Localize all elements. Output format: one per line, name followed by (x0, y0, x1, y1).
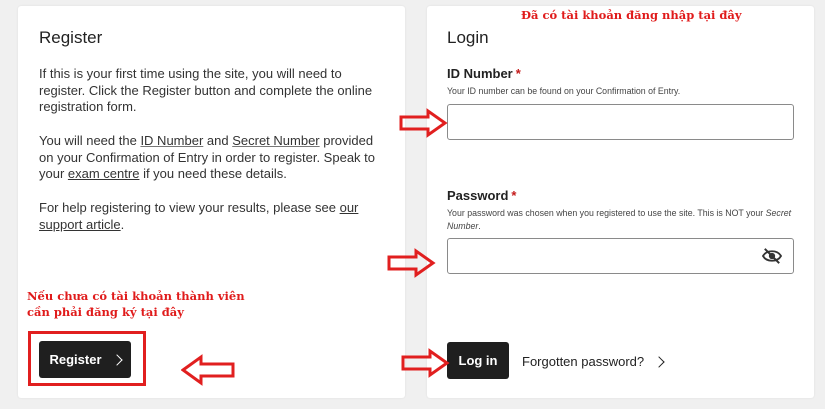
text-span: For help registering to view your result… (39, 200, 340, 215)
chevron-right-icon (110, 353, 123, 366)
text-span: Your password was chosen when you regist… (447, 208, 766, 218)
red-arrow-right-icon (386, 248, 436, 278)
red-arrow-left-icon (181, 354, 236, 386)
eye-slash-icon[interactable] (761, 247, 783, 265)
red-arrow-right-icon (400, 348, 450, 378)
required-marker: * (515, 66, 521, 81)
text-span: and (203, 133, 233, 148)
id-number-hint: Your ID number can be found on your Conf… (447, 86, 681, 96)
password-hint: Your password was chosen when you regist… (447, 207, 802, 233)
login-button-label: Log in (458, 353, 498, 368)
register-intro-text: If this is your first time using the sit… (39, 66, 373, 114)
text-span: if you need these details. (139, 166, 287, 181)
text-span: . (478, 221, 481, 231)
forgotten-password-label: Forgotten password? (522, 354, 645, 369)
text-span: You will need the (39, 133, 141, 148)
register-requirements-text: You will need the ID Number and Secret N… (39, 133, 391, 183)
text-span: . (120, 216, 125, 232)
register-card: Register If this is your first time usin… (18, 6, 405, 398)
login-annotation: Đã có tài khoản đăng nhập tại đây (521, 8, 742, 22)
id-number-label: ID Number * (447, 66, 521, 81)
login-title: Login (447, 28, 489, 47)
register-help-text: For help registering to view your result… (39, 200, 391, 233)
password-input[interactable] (447, 238, 794, 274)
label-text: ID Number (447, 66, 513, 81)
chevron-right-icon (653, 355, 665, 368)
required-marker: * (511, 188, 517, 203)
secret-number-term: Secret Number (232, 133, 320, 148)
forgotten-password-link[interactable]: Forgotten password? (522, 354, 665, 369)
id-number-input[interactable] (447, 104, 794, 140)
register-title: Register (39, 28, 103, 47)
register-button[interactable]: Register (39, 341, 131, 378)
id-number-term: ID Number (140, 133, 204, 148)
register-annotation: Nếu chưa có tài khoản thành viên cần phả… (27, 289, 245, 319)
login-button[interactable]: Log in (447, 342, 509, 379)
exam-centre-link[interactable]: exam centre (68, 166, 140, 181)
label-text: Password (447, 188, 509, 203)
red-arrow-right-icon (398, 108, 448, 138)
login-card: Đã có tài khoản đăng nhập tại đây Login … (427, 6, 814, 398)
password-label: Password * (447, 188, 516, 203)
register-button-label: Register (49, 352, 102, 367)
